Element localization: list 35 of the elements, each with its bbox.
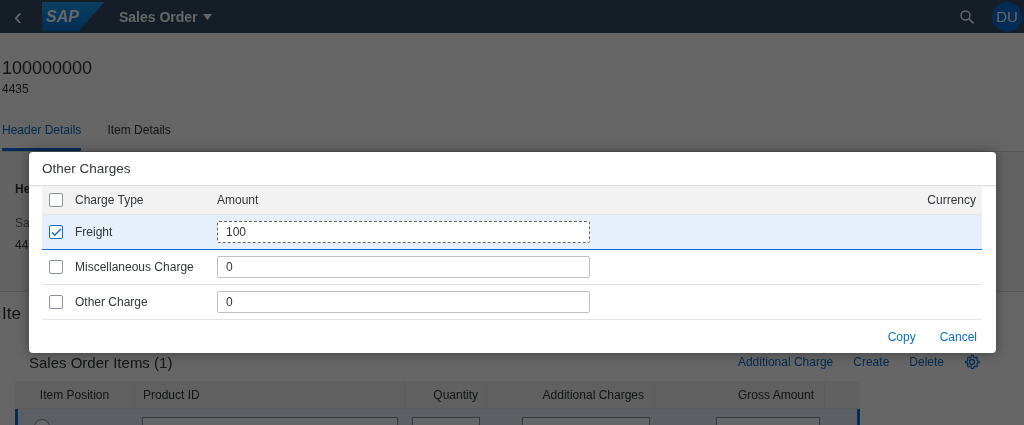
checkbox[interactable] — [49, 225, 63, 239]
input-field[interactable]: 0 — [217, 256, 590, 278]
field-value: 44 — [15, 238, 30, 252]
section-title: Ite — [2, 304, 22, 324]
back-button[interactable]: ‹ — [2, 4, 34, 29]
checkbox[interactable] — [49, 260, 63, 274]
column-header: Gross Amount — [655, 381, 825, 408]
object-title: 100000000 — [2, 57, 94, 79]
section-title: He — [15, 182, 32, 196]
column-header: Quantity — [405, 381, 487, 408]
column-header: Additional Charges — [487, 381, 655, 408]
input-field[interactable]: 100 — [217, 221, 590, 243]
table-row[interactable]: Freight 100 — [42, 215, 982, 250]
column-header: Product ID — [135, 381, 405, 408]
column-header: Item Position — [15, 381, 135, 408]
app-title-menu[interactable]: Sales Order — [118, 8, 212, 25]
dialog-button[interactable]: Copy — [887, 330, 916, 344]
column-header: Amount — [217, 193, 259, 207]
logo: SAP — [42, 1, 105, 32]
table-cell-text: Freight — [75, 225, 114, 239]
checkbox[interactable] — [49, 193, 63, 207]
column-header: Charge Type — [75, 193, 145, 207]
dialog-button[interactable]: Cancel — [939, 330, 977, 344]
table-cell-text: Miscellaneous Charge — [75, 260, 195, 274]
input-field[interactable]: 0 — [217, 291, 590, 313]
checkbox[interactable] — [49, 295, 63, 309]
table-title: Sales Order Items (1) — [29, 353, 173, 371]
caret-icon — [202, 13, 212, 20]
field-label: Sa — [15, 216, 31, 230]
settings-icon[interactable] — [964, 354, 980, 370]
object-subtitle: 4435 — [2, 82, 30, 96]
search-icon[interactable] — [960, 9, 974, 24]
column-header: Currency — [927, 193, 976, 207]
tab[interactable]: Item Details — [107, 120, 171, 151]
table-cell-text: Other Charge — [75, 295, 149, 309]
